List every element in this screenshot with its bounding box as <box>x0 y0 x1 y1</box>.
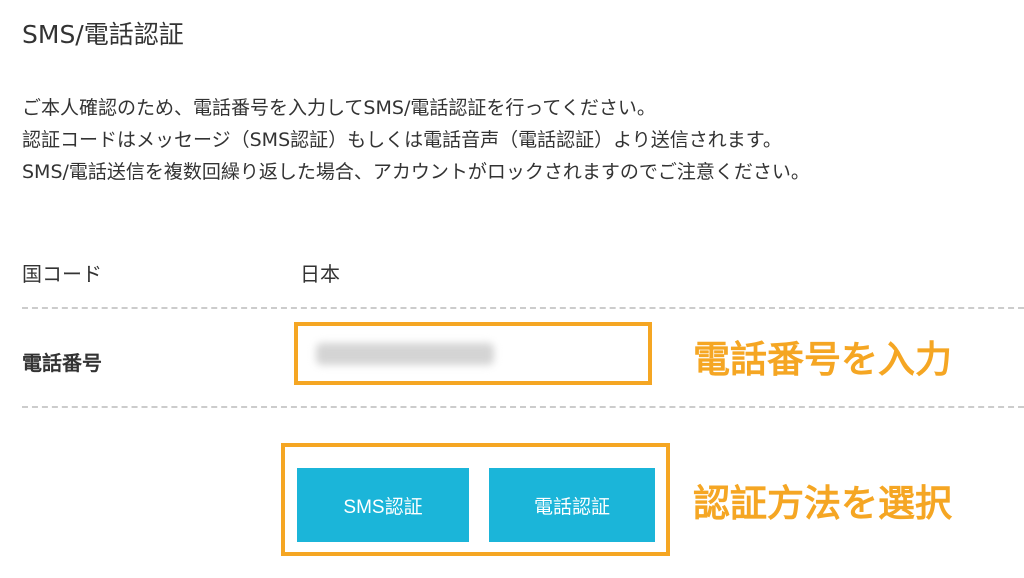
intro-text: ご本人確認のため、電話番号を入力してSMS/電話認証を行ってください。 認証コー… <box>22 92 810 188</box>
intro-line: SMS/電話送信を複数回繰り返した場合、アカウントがロックされますのでご注意くだ… <box>22 161 810 183</box>
row-divider <box>22 406 1024 408</box>
phone-number-blurred-value <box>316 343 494 365</box>
intro-line: ご本人確認のため、電話番号を入力してSMS/電話認証を行ってください。 <box>22 97 656 119</box>
phone-number-label: 電話番号 <box>22 351 102 375</box>
phone-auth-button[interactable]: 電話認証 <box>489 468 655 542</box>
intro-line: 認証コードはメッセージ（SMS認証）もしくは電話音声（電話認証）より送信されます… <box>22 129 782 151</box>
phone-annotation: 電話番号を入力 <box>693 338 952 381</box>
row-divider <box>22 307 1024 309</box>
country-code-label: 国コード <box>22 262 102 286</box>
method-annotation: 認証方法を選択 <box>693 482 952 525</box>
page-title: SMS/電話認証 <box>22 20 184 49</box>
country-code-value: 日本 <box>300 262 340 286</box>
sms-auth-button[interactable]: SMS認証 <box>297 468 469 542</box>
